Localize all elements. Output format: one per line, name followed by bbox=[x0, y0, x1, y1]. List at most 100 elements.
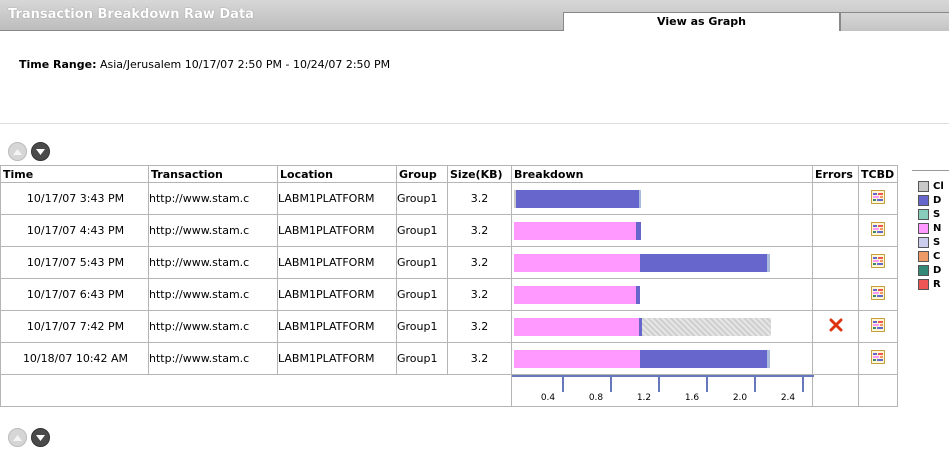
col-header-transaction[interactable]: Transaction bbox=[148, 165, 278, 183]
legend-item: Cl bbox=[918, 179, 949, 193]
time-cell: 10/18/07 10:42 AM bbox=[0, 342, 149, 375]
scale-row: 0.4 0.8 1.2 1.6 2.0 2.4 bbox=[0, 374, 898, 407]
legend-label: D bbox=[933, 264, 942, 276]
table-row[interactable]: 10/18/07 10:42 AM http://www.stam.c LABM1P… bbox=[0, 342, 898, 375]
error-x-icon[interactable] bbox=[829, 318, 843, 335]
legend-item: S bbox=[918, 207, 949, 221]
col-header-time[interactable]: Time bbox=[0, 165, 149, 183]
breakdown-segment[interactable] bbox=[642, 318, 771, 336]
table-row[interactable]: 10/17/07 5:43 PM http://www.stam.c LABM1PL… bbox=[0, 246, 898, 279]
scale-tick bbox=[754, 375, 756, 392]
col-header-group[interactable]: Group bbox=[396, 165, 448, 183]
transaction-cell[interactable]: http://www.stam.c bbox=[148, 246, 278, 279]
scale-axis: 0.4 0.8 1.2 1.6 2.0 2.4 bbox=[512, 375, 814, 406]
col-header-tcbd[interactable]: TCBD bbox=[858, 165, 898, 183]
col-header-size[interactable]: Size(KB) bbox=[447, 165, 512, 183]
collapse-up-icon[interactable] bbox=[8, 428, 27, 447]
collapse-up-icon[interactable] bbox=[8, 142, 27, 161]
legend-item: S bbox=[918, 235, 949, 249]
breakdown-segment[interactable] bbox=[514, 254, 640, 272]
time-cell: 10/17/07 6:43 PM bbox=[0, 278, 149, 311]
breakdown-segment[interactable] bbox=[514, 222, 637, 240]
breakdown-cell bbox=[511, 342, 813, 375]
breakdown-segment[interactable] bbox=[640, 350, 768, 368]
table-row[interactable]: 10/17/07 4:43 PM http://www.stam.c LABM1PL… bbox=[0, 214, 898, 247]
scale-tick bbox=[610, 375, 612, 392]
tab-view-as-graph[interactable]: View as Graph bbox=[563, 12, 840, 31]
breakdown-legend: Cl D S N S C D R bbox=[912, 170, 949, 291]
group-cell: Group1 bbox=[396, 310, 448, 343]
breakdown-cell bbox=[511, 214, 813, 247]
errors-cell bbox=[812, 246, 859, 279]
breakdown-segment[interactable] bbox=[514, 350, 640, 368]
breakdown-segment[interactable] bbox=[636, 286, 640, 304]
scale-spacer bbox=[0, 374, 512, 407]
nav-buttons-bottom bbox=[8, 428, 50, 447]
transaction-cell[interactable]: http://www.stam.c bbox=[148, 310, 278, 343]
breakdown-segment[interactable] bbox=[767, 254, 770, 272]
tcbd-cell bbox=[858, 214, 898, 247]
col-header-errors[interactable]: Errors bbox=[812, 165, 859, 183]
time-range-value: Asia/Jerusalem 10/17/07 2:50 PM - 10/24/… bbox=[99, 58, 391, 71]
legend-swatch bbox=[918, 222, 929, 234]
scale-tick-label: 2.4 bbox=[780, 393, 796, 403]
nav-buttons-top bbox=[8, 142, 50, 161]
transaction-cell[interactable]: http://www.stam.c bbox=[148, 278, 278, 311]
legend-label: Cl bbox=[933, 180, 944, 192]
transaction-cell[interactable]: http://www.stam.c bbox=[148, 182, 278, 215]
size-cell: 3.2 bbox=[447, 214, 512, 247]
breakdown-segment[interactable] bbox=[767, 350, 770, 368]
table-row[interactable]: 10/17/07 7:42 PM http://www.stam.c LABM1PL… bbox=[0, 310, 898, 343]
legend-swatch bbox=[918, 236, 929, 248]
table-row[interactable]: 10/17/07 3:43 PM http://www.stam.c LABM1PL… bbox=[0, 182, 898, 215]
breakdown-segment[interactable] bbox=[636, 222, 642, 240]
tcbd-cell bbox=[858, 246, 898, 279]
scale-tick bbox=[562, 375, 564, 392]
tcbd-report-icon[interactable] bbox=[871, 318, 885, 332]
transaction-cell[interactable]: http://www.stam.c bbox=[148, 342, 278, 375]
legend-label: N bbox=[933, 222, 942, 234]
expand-down-icon[interactable] bbox=[31, 142, 50, 161]
breakdown-segment[interactable] bbox=[638, 190, 642, 208]
col-header-breakdown[interactable]: Breakdown bbox=[511, 165, 813, 183]
tcbd-report-icon[interactable] bbox=[871, 190, 885, 204]
legend-label: R bbox=[933, 278, 941, 290]
legend-label: D bbox=[933, 194, 942, 206]
location-cell: LABM1PLATFORM bbox=[277, 246, 397, 279]
tcbd-report-icon[interactable] bbox=[871, 350, 885, 364]
table-row[interactable]: 10/17/07 6:43 PM http://www.stam.c LABM1PL… bbox=[0, 278, 898, 311]
errors-cell bbox=[812, 342, 859, 375]
size-cell: 3.2 bbox=[447, 278, 512, 311]
legend-swatch bbox=[918, 278, 929, 290]
tcbd-cell bbox=[858, 182, 898, 215]
tcbd-report-icon[interactable] bbox=[871, 254, 885, 268]
size-cell: 3.2 bbox=[447, 246, 512, 279]
tcbd-cell bbox=[858, 342, 898, 375]
tcbd-report-icon[interactable] bbox=[871, 286, 885, 300]
breakdown-segment[interactable] bbox=[516, 190, 639, 208]
tcbd-report-icon[interactable] bbox=[871, 222, 885, 236]
breakdown-scale: 0.4 0.8 1.2 1.6 2.0 2.4 bbox=[511, 374, 814, 407]
group-cell: Group1 bbox=[396, 182, 448, 215]
errors-cell bbox=[812, 310, 859, 343]
scale-tick-label: 1.6 bbox=[684, 393, 700, 403]
legend-label: S bbox=[933, 208, 941, 220]
breakdown-cell bbox=[511, 310, 813, 343]
breakdown-segment[interactable] bbox=[514, 286, 637, 304]
expand-down-icon[interactable] bbox=[31, 428, 50, 447]
breakdown-segment[interactable] bbox=[514, 318, 639, 336]
page-title: Transaction Breakdown Raw Data bbox=[8, 7, 254, 22]
group-cell: Group1 bbox=[396, 246, 448, 279]
breakdown-segment[interactable] bbox=[640, 254, 768, 272]
legend-swatch bbox=[918, 194, 929, 206]
scale-tick bbox=[706, 375, 708, 392]
time-cell: 10/17/07 4:43 PM bbox=[0, 214, 149, 247]
time-range-label: Time Range: bbox=[19, 58, 97, 71]
transaction-cell[interactable]: http://www.stam.c bbox=[148, 214, 278, 247]
scale-tick bbox=[658, 375, 660, 392]
scale-spacer-errors bbox=[812, 374, 859, 407]
scale-tick-label: 1.2 bbox=[636, 393, 652, 403]
col-header-location[interactable]: Location bbox=[277, 165, 397, 183]
legend-item: D bbox=[918, 263, 949, 277]
legend-swatch bbox=[918, 250, 929, 262]
